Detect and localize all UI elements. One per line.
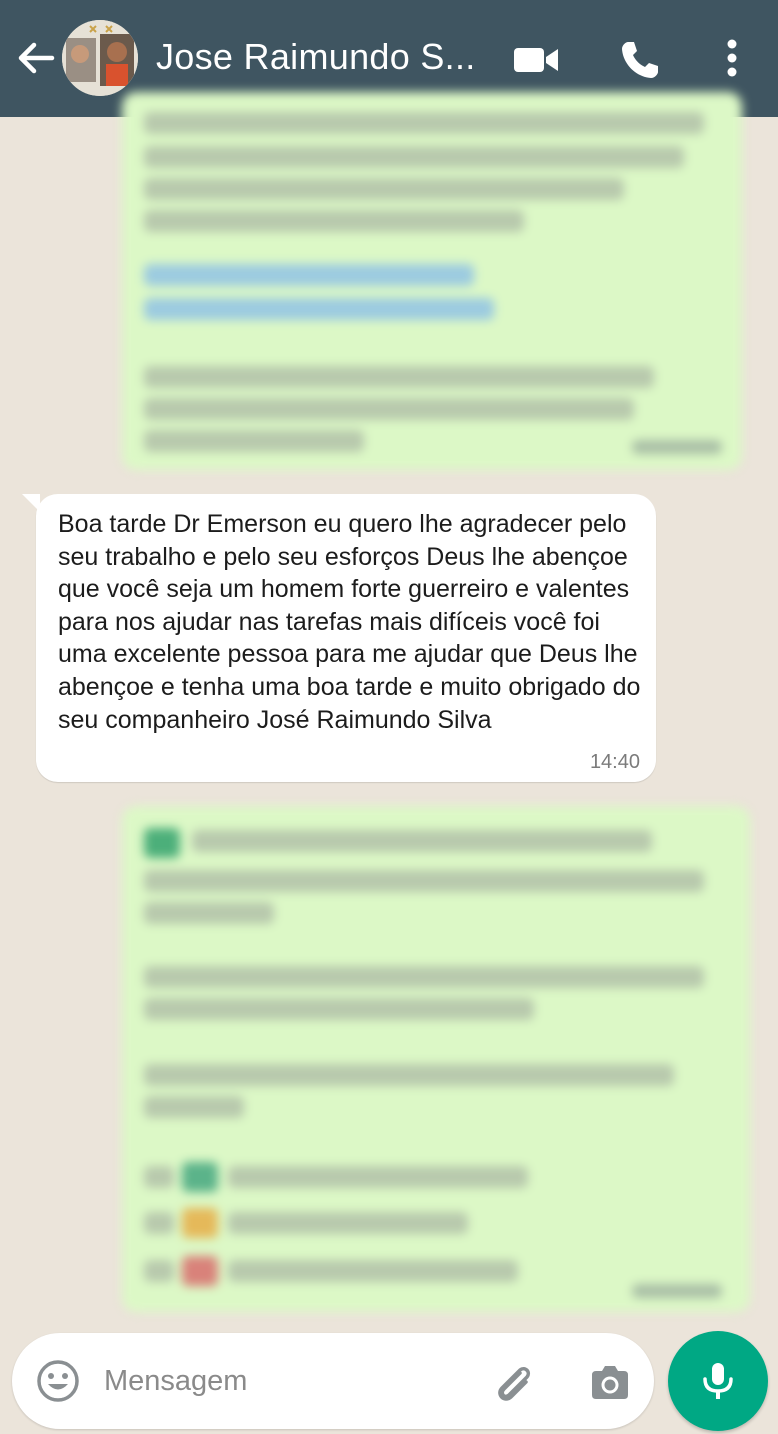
outgoing-message-blurred[interactable]: [122, 806, 750, 1312]
emoji-icon[interactable]: [34, 1357, 82, 1405]
contact-name[interactable]: Jose Raimundo S...: [156, 36, 496, 78]
mic-button[interactable]: [668, 1331, 768, 1431]
outgoing-message-blurred[interactable]: [122, 92, 742, 470]
avatar[interactable]: [62, 20, 138, 96]
camera-icon[interactable]: [586, 1359, 634, 1407]
incoming-message[interactable]: Boa tarde Dr Emerson eu quero lhe agrade…: [22, 494, 656, 782]
microphone-icon: [703, 1363, 733, 1399]
message-time: 14:40: [589, 751, 640, 773]
more-options-icon[interactable]: [708, 36, 756, 84]
message-input[interactable]: [104, 1359, 464, 1403]
back-arrow-icon[interactable]: [14, 36, 58, 80]
attach-icon[interactable]: [490, 1359, 538, 1407]
message-text: Boa tarde Dr Emerson eu quero lhe agrade…: [58, 510, 641, 734]
message-composer: [12, 1333, 654, 1429]
video-call-icon[interactable]: [512, 36, 560, 84]
voice-call-icon[interactable]: [616, 36, 664, 84]
